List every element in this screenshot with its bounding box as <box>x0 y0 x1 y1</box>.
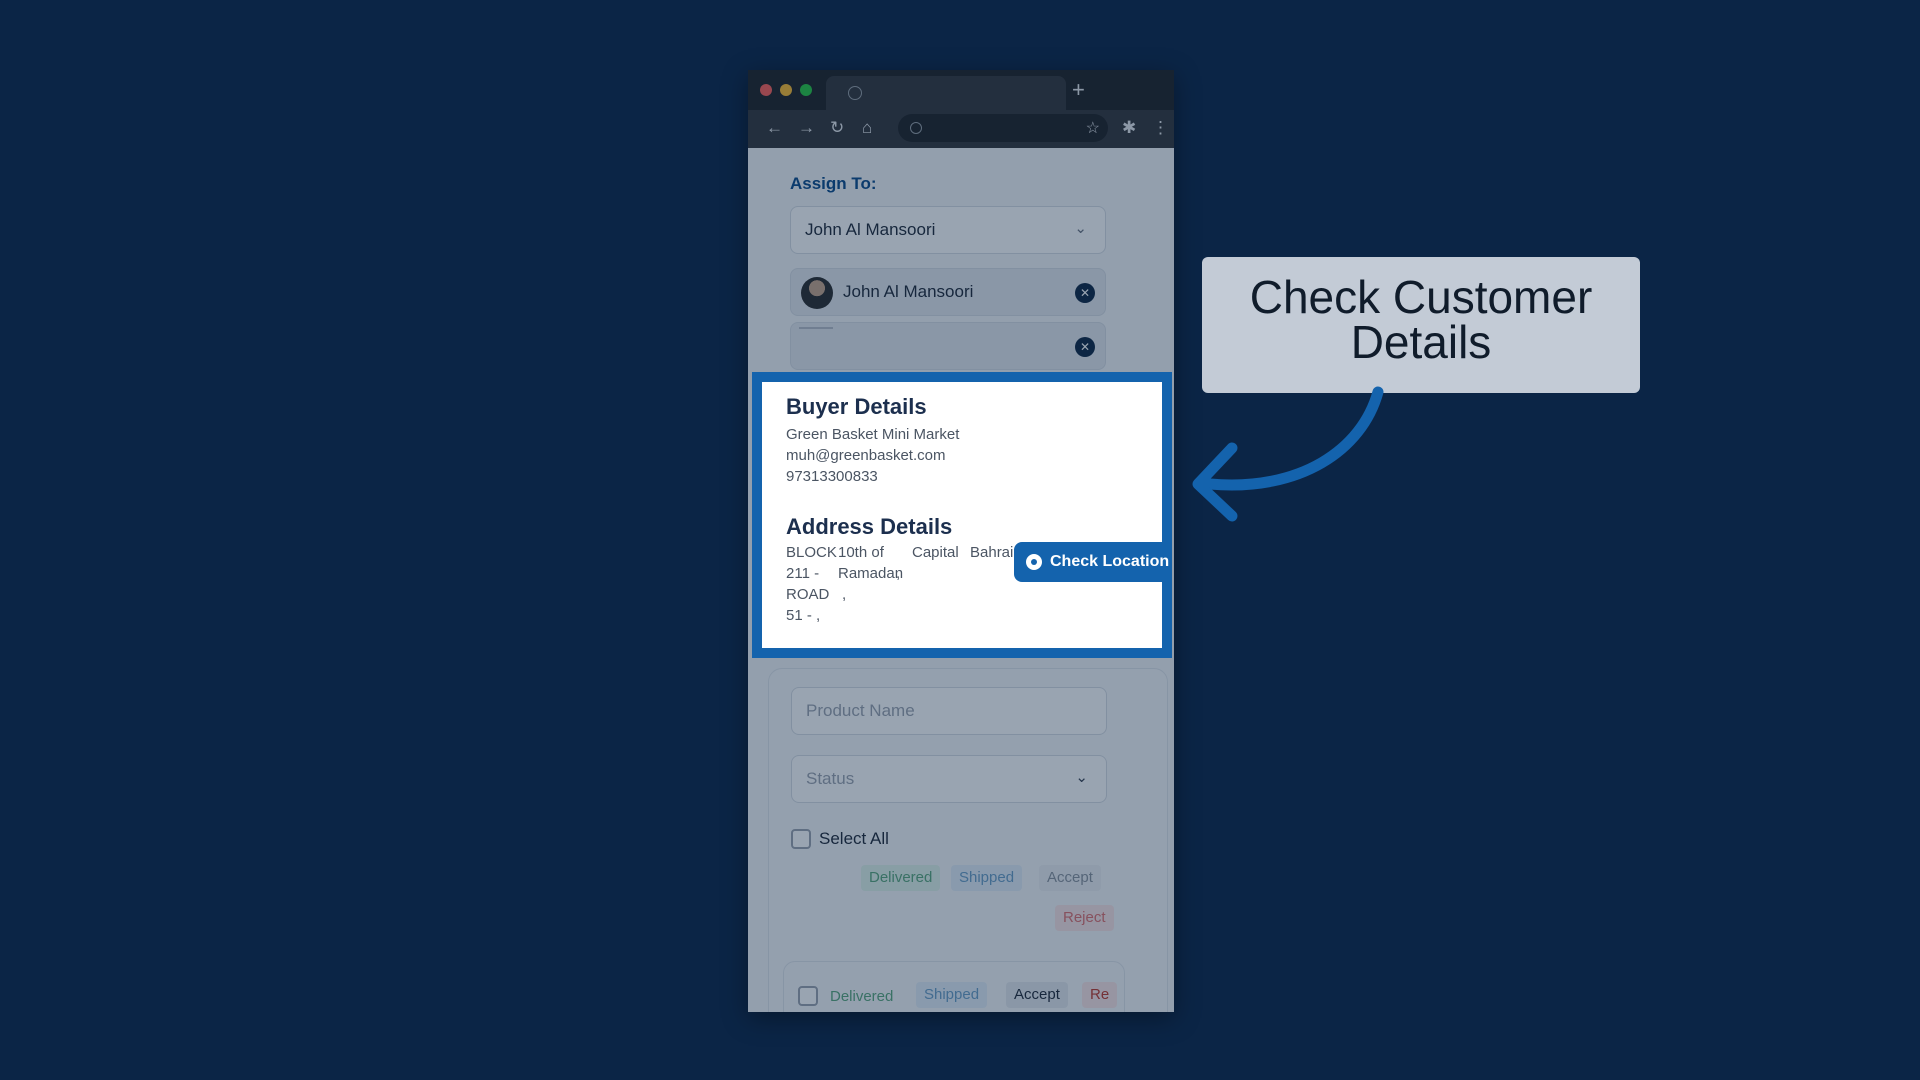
back-arrow-icon[interactable]: ← <box>766 118 783 138</box>
row-checkbox[interactable] <box>798 986 818 1006</box>
row-delivered-button[interactable]: Delivered <box>822 984 901 1010</box>
address-city-col: Capital <box>912 542 959 563</box>
assign-to-select[interactable]: John Al Mansoori ⌄ <box>790 206 1106 254</box>
address-street-col: 10th of Ramadan , <box>838 542 903 605</box>
highlighted-customer-details: Buyer Details Green Basket Mini Market m… <box>752 372 1172 658</box>
callout-box: Check Customer Details <box>1202 257 1640 393</box>
address-details-title: Address Details <box>786 514 953 539</box>
window-close-button[interactable] <box>760 84 772 96</box>
address-line: BLOCK <box>786 544 837 561</box>
buyer-email: muh@greenbasket.com <box>786 447 946 464</box>
callout-line-2: Details <box>1350 316 1492 368</box>
browser-toolbar: ← → ↻ ⌂ ☆ ✱ ⋮ <box>748 110 1174 148</box>
address-bar[interactable]: ☆ <box>898 114 1108 142</box>
globe-icon <box>848 86 862 100</box>
chevron-down-icon: ⌄ <box>1074 220 1087 237</box>
home-icon[interactable]: ⌂ <box>862 118 872 138</box>
status-placeholder: Status <box>806 769 855 788</box>
reload-icon[interactable]: ↻ <box>830 118 844 138</box>
bookmark-star-icon[interactable]: ☆ <box>1086 118 1100 138</box>
extensions-icon[interactable]: ✱ <box>1122 118 1136 138</box>
tab-bar: + <box>748 70 1174 110</box>
address-line: Ramadan <box>838 565 904 582</box>
window-minimize-button[interactable] <box>780 84 792 96</box>
row-reject-button[interactable]: Re <box>1082 982 1118 1008</box>
address-line: 51 - , <box>786 607 821 624</box>
browser-tab[interactable] <box>826 76 1066 110</box>
select-all-label: Select All <box>819 829 889 848</box>
address-line: 10th of <box>838 544 884 561</box>
assign-to-select-value: John Al Mansoori <box>805 220 936 239</box>
new-tab-button[interactable]: + <box>1072 76 1085 104</box>
check-location-label: Check Location <box>1050 553 1170 570</box>
check-location-button[interactable]: Check Location <box>1014 542 1172 582</box>
address-city-comma: , <box>896 563 900 584</box>
buyer-details-title: Buyer Details <box>786 394 927 419</box>
avatar <box>801 277 833 309</box>
location-pin-icon <box>1026 554 1042 570</box>
callout-line-1: Check Customer <box>1249 271 1593 323</box>
reject-button[interactable]: Reject <box>1055 905 1114 931</box>
status-select[interactable]: Status ⌄ <box>791 755 1107 803</box>
curved-arrow-icon <box>1192 386 1384 522</box>
select-all-checkbox[interactable] <box>791 829 811 849</box>
buyer-phone: 97313300833 <box>786 468 878 485</box>
callout-text: Check Customer Details <box>1202 271 1640 368</box>
address-block-col: BLOCK 211 - ROAD 51 - , <box>786 542 837 626</box>
assignee-chip: John Al Mansoori ✕ <box>790 268 1106 316</box>
menu-dots-icon[interactable]: ⋮ <box>1152 118 1169 138</box>
accept-button[interactable]: Accept <box>1039 865 1101 891</box>
assignee-chip-name: John Al Mansoori <box>843 282 974 301</box>
globe-icon <box>910 122 922 134</box>
address-line: ROAD <box>786 586 830 603</box>
product-row: Delivered Shipped Accept Re <box>783 961 1125 1012</box>
remove-assignee-icon[interactable]: ✕ <box>1075 283 1095 303</box>
product-name-placeholder: Product Name <box>806 701 915 720</box>
row-accept-button[interactable]: Accept <box>1006 982 1068 1008</box>
address-line: , <box>896 565 901 582</box>
delivered-button[interactable]: Delivered <box>861 865 941 891</box>
shipped-button[interactable]: Shipped <box>951 865 1023 891</box>
chip-placeholder-line <box>799 327 833 329</box>
row-shipped-button[interactable]: Shipped <box>916 982 988 1008</box>
address-line: Capital <box>912 544 959 561</box>
chevron-down-icon: ⌄ <box>1075 769 1088 786</box>
assign-to-label: Assign To: <box>790 174 877 193</box>
product-card: Product Name Status ⌄ Select All Deliver… <box>768 668 1168 1012</box>
address-line: , <box>842 586 847 603</box>
address-line: 211 - <box>786 565 820 582</box>
product-name-input[interactable]: Product Name <box>791 687 1107 735</box>
remove-chip-icon[interactable]: ✕ <box>1075 337 1095 357</box>
window-maximize-button[interactable] <box>800 84 812 96</box>
buyer-name: Green Basket Mini Market <box>786 426 960 443</box>
forward-arrow-icon[interactable]: → <box>798 118 815 138</box>
empty-chip: ✕ <box>790 322 1106 370</box>
